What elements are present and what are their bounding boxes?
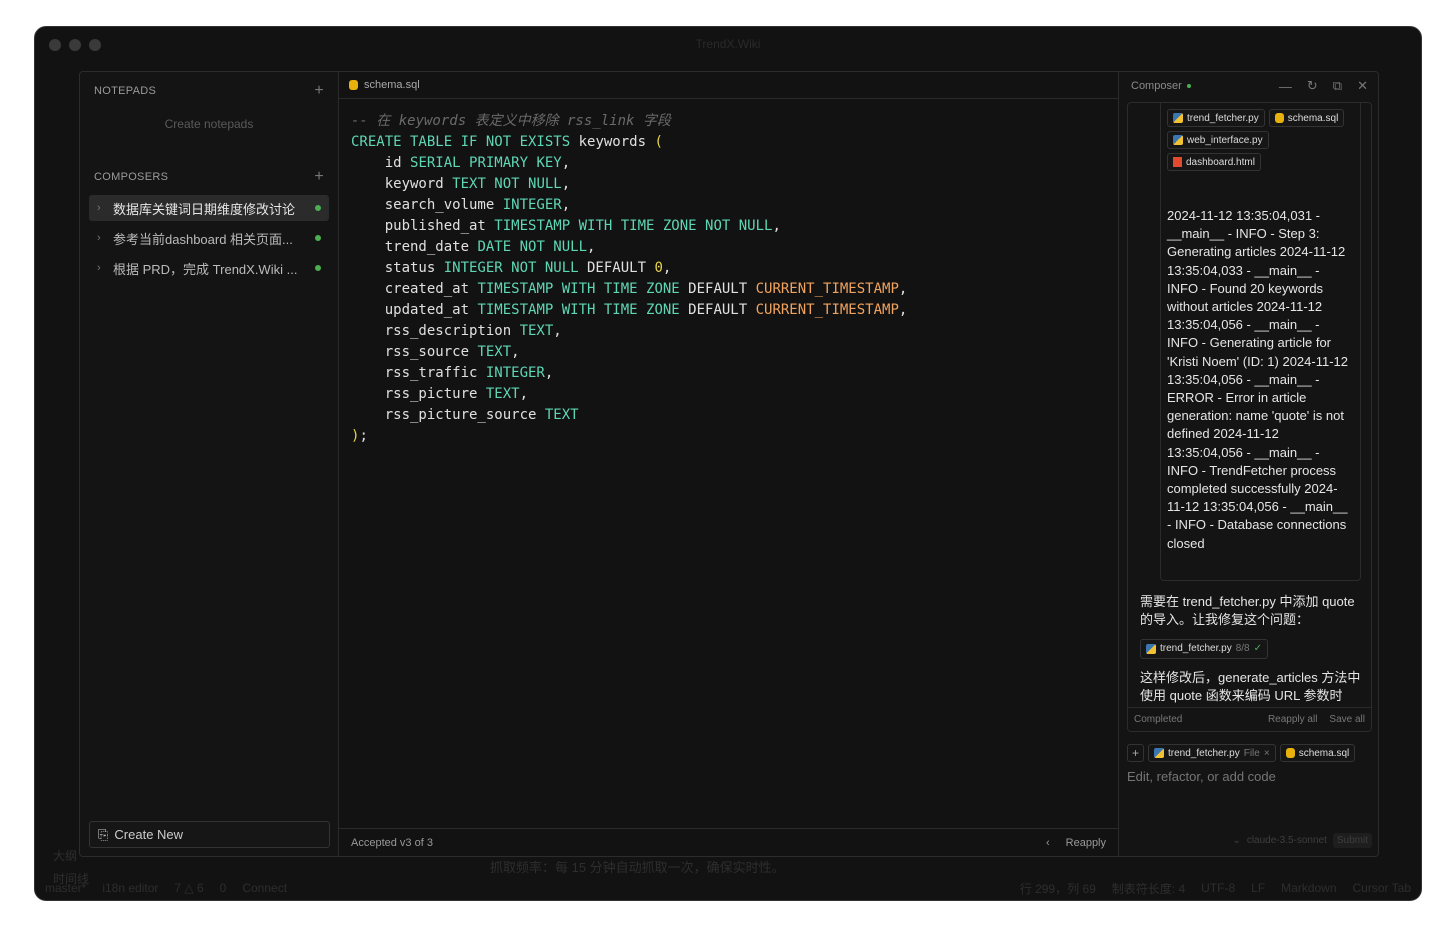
python-icon [1146, 644, 1156, 654]
composer-title: Composer [1131, 80, 1182, 92]
branch-status[interactable]: master* [45, 881, 86, 895]
reapply-all-button[interactable]: Reapply all [1268, 714, 1317, 725]
previous-version-button[interactable]: ‹ [1046, 837, 1050, 849]
app-window: TrendX.Wiki 大纲 时间线 抓取频率：每 15 分钟自动抓取一次，确保实… [34, 26, 1422, 901]
context-chip[interactable]: schema.sql [1279, 744, 1356, 762]
status-dot [315, 235, 321, 241]
reply-text: 需要在 trend_fetcher.py 中添加 quote 的导入。让我修复这… [1140, 594, 1355, 627]
file-tag: File [1243, 747, 1260, 759]
composer-label: 数据库关键词日期维度修改讨论 [113, 201, 296, 217]
composer-sidebar: NOTEPADS + Create notepads COMPOSERS + › 数据… [80, 72, 339, 856]
add-composer-button[interactable]: + [314, 168, 324, 186]
python-icon [1173, 113, 1183, 123]
user-message: trend_fetcher.py schema.sql web_interfac… [1160, 103, 1361, 581]
check-icon: ✓ [1253, 643, 1263, 654]
popout-icon[interactable]: ⧉ [1333, 78, 1342, 94]
python-icon [1173, 135, 1183, 145]
cursor-position[interactable]: 行 299，列 69 [1020, 880, 1096, 897]
file-chip[interactable]: schema.sql [1268, 109, 1345, 127]
submit-button[interactable]: Submit [1332, 833, 1372, 848]
conversation[interactable]: trend_fetcher.py schema.sql web_interfac… [1127, 102, 1372, 732]
file-name: dashboard.html [1186, 156, 1255, 168]
add-notepad-button[interactable]: + [314, 82, 324, 100]
editor-footer: Accepted v3 of 3 ‹ Reapply [339, 828, 1118, 856]
model-bar: ⌄ claude-3.5-sonnet Submit [1232, 833, 1372, 848]
status-dot [315, 205, 321, 211]
tab-schema-sql[interactable]: schema.sql [339, 72, 1118, 99]
model-selector[interactable]: claude-3.5-sonnet [1247, 835, 1327, 846]
composers-header: COMPOSERS [94, 171, 169, 183]
tab-label: schema.sql [364, 79, 420, 91]
completed-status: Completed [1134, 714, 1183, 725]
ports-status[interactable]: 0 [220, 881, 227, 895]
close-icon[interactable]: ✕ [1357, 78, 1368, 94]
problems-status[interactable]: 7 △ 6 [174, 881, 203, 895]
create-notepads-link[interactable]: Create notepads [80, 109, 338, 159]
chevron-right-icon: › [97, 262, 101, 274]
remove-icon[interactable]: × [1264, 748, 1270, 759]
chevron-down-icon: ⌄ [1232, 835, 1241, 846]
cursor-tab[interactable]: Cursor Tab [1353, 881, 1411, 895]
file-name: trend_fetcher.py [1160, 643, 1232, 654]
new-file-icon: ⎘ [98, 826, 109, 842]
status-bar: master* i18n editor 7 △ 6 0 Connect 行 29… [35, 876, 1421, 900]
file-name: schema.sql [1287, 112, 1339, 124]
file-name: trend_fetcher.py [1168, 747, 1240, 759]
language-mode[interactable]: Markdown [1281, 881, 1336, 895]
notepads-header: NOTEPADS [94, 85, 157, 97]
composer-item[interactable]: › 根据 PRD，完成 TrendX.Wiki ... [89, 255, 329, 281]
status-dot [1186, 84, 1191, 88]
conversation-footer: Completed Reapply all Save all [1128, 707, 1371, 731]
reapply-button[interactable]: Reapply [1066, 837, 1106, 849]
context-chips: + trend_fetcher.py File × schema.sql [1127, 744, 1356, 762]
create-new-label: Create New [114, 827, 184, 842]
file-chip[interactable]: web_interface.py [1167, 131, 1269, 149]
i18n-status[interactable]: i18n editor [102, 881, 158, 895]
context-chip[interactable]: trend_fetcher.py File × [1148, 744, 1276, 762]
encoding[interactable]: UTF-8 [1201, 881, 1235, 895]
code-content[interactable]: -- 在 keywords 表定义中移除 rss_link 字段 CREATE … [339, 99, 1118, 447]
window-title: TrendX.Wiki [695, 37, 761, 51]
accepted-status: Accepted v3 of 3 [351, 836, 433, 849]
add-context-button[interactable]: + [1127, 744, 1144, 762]
composer-panel: Composer — ↻ ⧉ ✕ trend_fetcher.py schema.sql… [1118, 72, 1378, 856]
file-chip[interactable]: dashboard.html [1167, 153, 1261, 171]
code-comment: -- 在 keywords 表定义中移除 rss_link 字段 [351, 113, 671, 129]
chevron-right-icon: › [97, 232, 101, 244]
database-icon [1274, 113, 1284, 123]
save-all-button[interactable]: Save all [1329, 714, 1365, 725]
file-chip[interactable]: trend_fetcher.py [1167, 109, 1265, 127]
python-icon [1154, 748, 1164, 758]
create-new-button[interactable]: ⎘ Create New [89, 821, 330, 848]
html-icon [1173, 157, 1182, 167]
database-icon [1285, 748, 1295, 758]
edit-chip[interactable]: trend_fetcher.py 8/8 ✓ [1140, 639, 1269, 659]
code-editor[interactable]: schema.sql -- 在 keywords 表定义中移除 rss_link… [339, 72, 1118, 856]
chevron-right-icon: › [97, 202, 101, 214]
composer-label: 根据 PRD，完成 TrendX.Wiki ... [113, 261, 298, 277]
minimize-icon[interactable]: — [1279, 79, 1292, 94]
assistant-message: 需要在 trend_fetcher.py 中添加 quote 的导入。让我修复这… [1140, 593, 1365, 705]
file-name: web_interface.py [1187, 134, 1263, 146]
file-name: trend_fetcher.py [1187, 112, 1259, 124]
status-dot [315, 265, 321, 271]
eol[interactable]: LF [1251, 881, 1265, 895]
log-text: 2024-11-12 13:35:04,031 - __main__ - INF… [1167, 208, 1349, 551]
composer-item[interactable]: › 数据库关键词日期维度修改讨论 [89, 195, 329, 221]
edit-progress: 8/8 [1235, 643, 1250, 654]
database-icon [349, 80, 358, 90]
connect-status[interactable]: Connect [242, 881, 287, 895]
tab-size[interactable]: 制表符长度: 4 [1112, 880, 1185, 897]
file-name: schema.sql [1298, 747, 1350, 759]
reply-text: 这样修改后，generate_articles 方法中使用 quote 函数来编… [1140, 670, 1361, 703]
composer-item[interactable]: › 参考当前dashboard 相关页面... [89, 225, 329, 251]
composer-input[interactable] [1127, 769, 1367, 784]
composer-overlay: NOTEPADS + Create notepads COMPOSERS + › 数据… [79, 71, 1379, 857]
background-doc-line: 抓取频率：每 15 分钟自动抓取一次，确保实时性。 [490, 860, 785, 875]
refresh-icon[interactable]: ↻ [1307, 78, 1318, 94]
composer-label: 参考当前dashboard 相关页面... [113, 231, 293, 247]
